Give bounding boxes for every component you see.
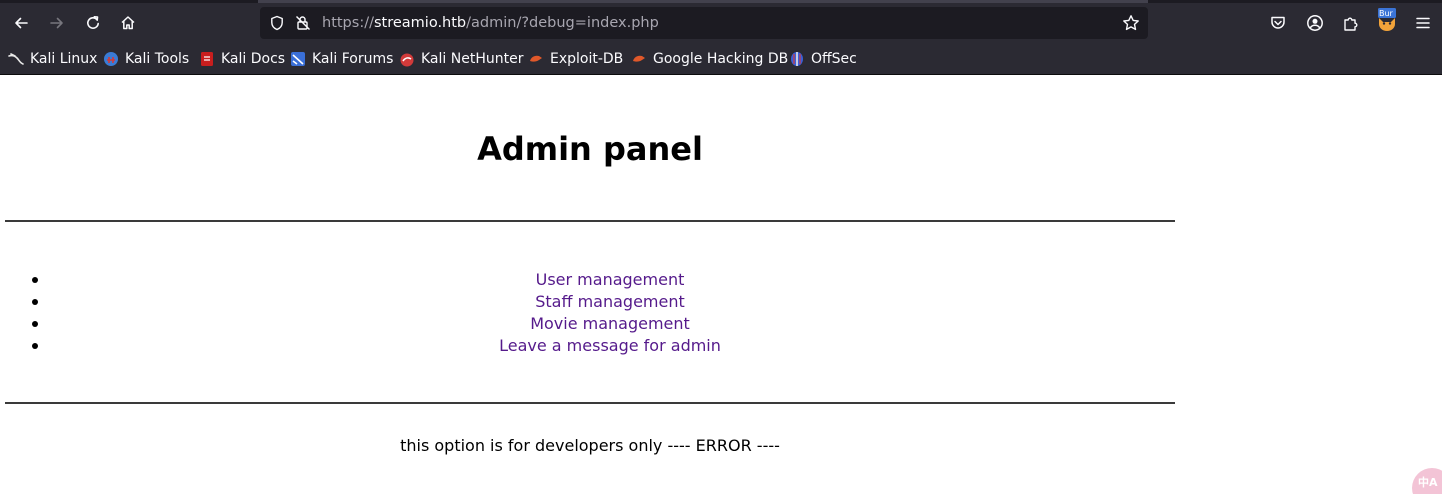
url-scheme: https:// [322, 15, 374, 31]
admin-menu-list: User management Staff management Movie m… [0, 269, 1220, 357]
reload-icon [87, 16, 99, 29]
bookmark-label: Exploit-DB [550, 51, 624, 67]
bookmark-label: Kali Linux [30, 51, 98, 67]
extensions-button[interactable] [1340, 12, 1362, 34]
puzzle-icon [1344, 17, 1358, 31]
bullet-icon [32, 299, 38, 305]
exploit-db-icon [530, 55, 542, 62]
debug-error-message: this option is for developers only ---- … [400, 436, 780, 455]
nethunter-icon [400, 53, 414, 67]
browser-chrome: https://streamio.htb/admin/?debug=index.… [0, 0, 1442, 75]
url-text[interactable]: https://streamio.htb/admin/?debug=index.… [322, 14, 659, 32]
insecure-lock-icon[interactable] [294, 14, 312, 32]
page-title: Admin panel [477, 130, 703, 168]
divider-bottom [5, 402, 1175, 404]
ghdb-icon [633, 55, 645, 62]
reload-button[interactable] [79, 9, 107, 37]
bookmark-kali-tools[interactable]: Kali Tools [103, 49, 189, 69]
bullet-icon [32, 343, 38, 349]
kali-dragon-icon [8, 53, 24, 65]
staff-management-link[interactable]: Staff management [535, 292, 685, 311]
bookmark-label: Kali Forums [312, 51, 394, 67]
bookmark-kali-nethunter[interactable]: Kali NetHunter [399, 49, 523, 69]
home-icon [121, 16, 135, 30]
address-bar[interactable]: https://streamio.htb/admin/?debug=index.… [260, 7, 1148, 39]
list-item: Movie management [0, 313, 1220, 335]
list-item: Staff management [0, 291, 1220, 313]
burp-extension-button[interactable]: Bur [1376, 8, 1398, 31]
leave-message-link[interactable]: Leave a message for admin [499, 336, 721, 355]
arrow-left-icon [15, 17, 28, 29]
list-item: User management [0, 269, 1220, 291]
bookmark-kali-docs[interactable]: Kali Docs [199, 49, 285, 69]
page-content: Admin panel User management Staff manage… [0, 75, 1442, 494]
forward-button[interactable] [43, 9, 71, 37]
user-management-link[interactable]: User management [536, 270, 685, 289]
bookmark-label: Google Hacking DB [653, 51, 789, 67]
bookmark-label: Kali NetHunter [421, 51, 524, 67]
pocket-button[interactable] [1267, 12, 1289, 34]
pocket-icon [1271, 16, 1285, 29]
movie-management-link[interactable]: Movie management [530, 314, 690, 333]
url-host: streamio.htb [373, 15, 467, 31]
bookmark-exploit-db[interactable]: Exploit-DB [528, 49, 623, 69]
bookmark-offsec[interactable]: OffSec [789, 49, 857, 69]
bookmark-label: Kali Docs [221, 51, 286, 67]
app-menu-button[interactable] [1412, 12, 1434, 34]
kali-forums-icon [291, 52, 305, 66]
shield-icon[interactable] [268, 14, 286, 32]
burp-extension-badge: Bur [1379, 9, 1393, 18]
url-path: /admin/?debug=index.php [466, 15, 659, 31]
offsec-icon [791, 52, 803, 66]
bookmarks-toolbar: Kali Linux Kali Tools Kali Docs Kali For… [0, 46, 1442, 72]
kali-tools-icon [104, 52, 118, 66]
arrow-right-icon [50, 17, 63, 29]
divider-top [5, 220, 1175, 222]
active-tab-edge [258, 0, 1148, 3]
bookmark-star-icon[interactable] [1122, 14, 1140, 32]
bullet-icon [32, 321, 38, 327]
bookmark-kali-forums[interactable]: Kali Forums [290, 49, 393, 69]
tab-strip [0, 0, 1442, 3]
home-button[interactable] [114, 9, 142, 37]
bookmark-label: Kali Tools [125, 51, 190, 67]
kali-docs-icon [201, 52, 213, 66]
bookmark-google-hacking-db[interactable]: Google Hacking DB [631, 49, 788, 69]
account-icon [1307, 15, 1323, 31]
back-button[interactable] [7, 9, 35, 37]
account-button[interactable] [1304, 12, 1326, 34]
hamburger-menu-icon [1416, 17, 1430, 29]
bullet-icon [32, 277, 38, 283]
list-item: Leave a message for admin [0, 335, 1220, 357]
bookmark-label: OffSec [811, 51, 857, 67]
bookmark-kali-linux[interactable]: Kali Linux [8, 49, 97, 69]
